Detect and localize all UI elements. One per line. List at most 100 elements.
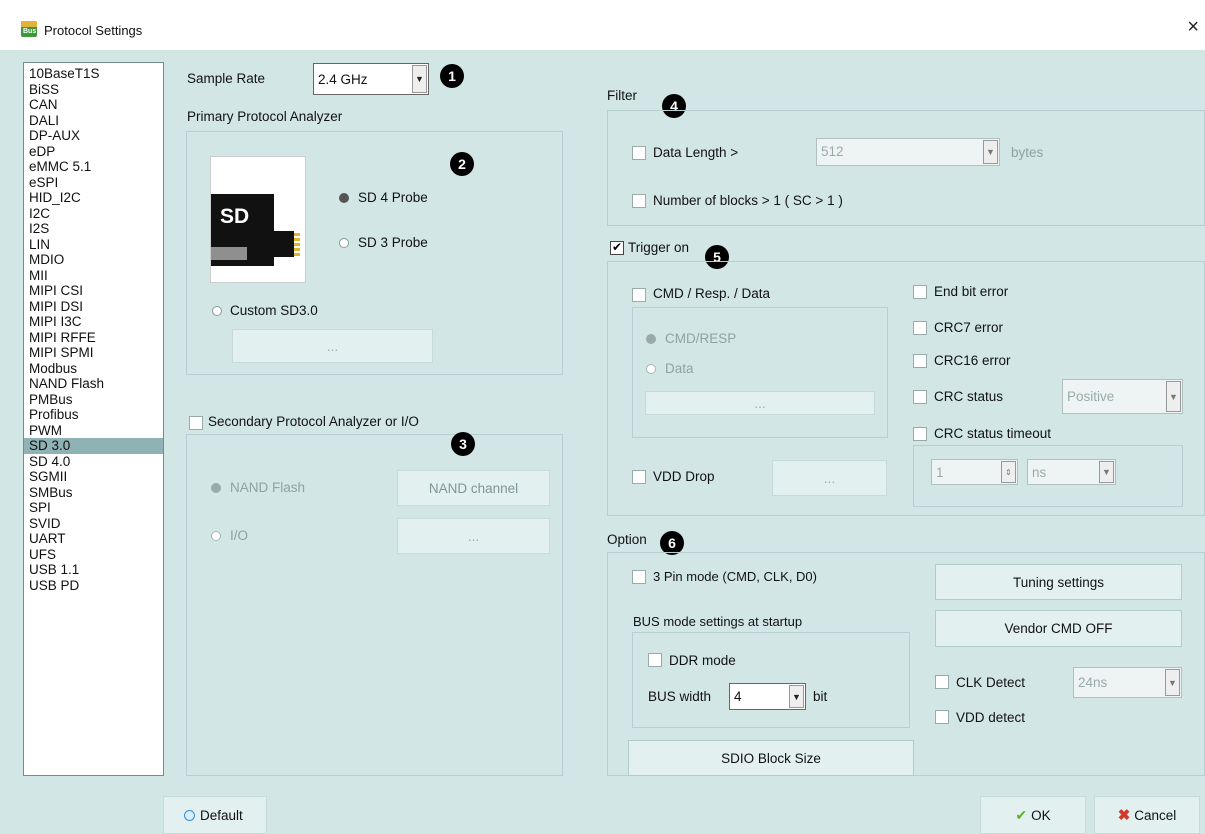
clk-detect-label: CLK Detect <box>956 675 1026 690</box>
crc-status-value: Positive <box>1067 389 1115 404</box>
clk-detect-select[interactable]: 24ns ▼ <box>1073 667 1182 698</box>
default-radio-icon <box>184 809 195 821</box>
protocol-item[interactable]: SD 4.0 <box>24 454 163 470</box>
protocol-item[interactable]: SD 3.0 <box>24 438 163 454</box>
end-bit-error-label: End bit error <box>934 284 1009 299</box>
vdd-detect-label: VDD detect <box>956 710 1026 725</box>
cmd-resp-label: CMD/RESP <box>665 331 737 346</box>
protocol-item[interactable]: I2S <box>24 221 163 237</box>
crc7-error-checkbox[interactable] <box>913 321 927 335</box>
vdd-drop-button[interactable]: ... <box>772 460 887 496</box>
protocol-item[interactable]: MIPI SPMI <box>24 345 163 361</box>
ddr-mode-checkbox[interactable] <box>648 653 662 667</box>
crc16-error-label: CRC16 error <box>934 353 1011 368</box>
sd4-probe-label: SD 4 Probe <box>358 190 428 205</box>
crc-status-checkbox[interactable] <box>913 390 927 404</box>
protocol-item[interactable]: MIPI CSI <box>24 283 163 299</box>
protocol-item[interactable]: NAND Flash <box>24 376 163 392</box>
protocol-item[interactable]: PMBus <box>24 392 163 408</box>
protocol-item[interactable]: LIN <box>24 237 163 253</box>
cmd-resp-radio[interactable] <box>646 334 656 344</box>
crc16-error-checkbox[interactable] <box>913 354 927 368</box>
nand-channel-button[interactable]: NAND channel <box>397 470 550 506</box>
ddr-mode-label: DDR mode <box>669 653 736 668</box>
protocol-item[interactable]: BiSS <box>24 82 163 98</box>
sdio-block-size-button[interactable]: SDIO Block Size <box>628 740 914 776</box>
custom-sd30-label: Custom SD3.0 <box>230 303 318 318</box>
clk-detect-checkbox[interactable] <box>935 675 949 689</box>
io-radio[interactable] <box>211 531 221 541</box>
vdd-detect-checkbox[interactable] <box>935 710 949 724</box>
bytes-label: bytes <box>1011 145 1044 160</box>
protocol-list[interactable]: 10BaseT1S BiSS CAN DALI DP-AUX eDP eMMC 5.1 eSP… <box>23 62 164 776</box>
sd4-probe-radio[interactable] <box>339 193 349 203</box>
io-button[interactable]: ... <box>397 518 550 554</box>
bus-width-select[interactable]: 4 ▼ <box>729 683 806 710</box>
protocol-item[interactable]: eMMC 5.1 <box>24 159 163 175</box>
sample-rate-select[interactable]: 2.4 GHz ▼ <box>313 63 429 95</box>
protocol-item[interactable]: HID_I2C <box>24 190 163 206</box>
protocol-item[interactable]: CAN <box>24 97 163 113</box>
protocol-item[interactable]: SPI <box>24 500 163 516</box>
blocks-label: Number of blocks > 1 ( SC > 1 ) <box>653 193 843 208</box>
protocol-item[interactable]: MIPI I3C <box>24 314 163 330</box>
custom-sd30-button[interactable]: ... <box>232 329 433 363</box>
custom-sd30-radio[interactable] <box>212 306 222 316</box>
bus-app-icon: Bus <box>21 21 37 37</box>
nand-flash-label: NAND Flash <box>230 480 306 495</box>
protocol-item[interactable]: 10BaseT1S <box>24 66 163 82</box>
timeout-value-spinner[interactable]: 1 ⇕ <box>931 459 1018 485</box>
protocol-item[interactable]: eSPI <box>24 175 163 191</box>
protocol-item[interactable]: eDP <box>24 144 163 160</box>
pin3-mode-checkbox[interactable] <box>632 570 646 584</box>
protocol-item[interactable]: DALI <box>24 113 163 129</box>
data-length-value: 512 <box>821 144 844 159</box>
data-length-select[interactable]: 512 ▼ <box>816 138 1000 166</box>
protocol-item[interactable]: Modbus <box>24 361 163 377</box>
cmd-settings-button[interactable]: ... <box>645 391 875 415</box>
protocol-list-items: 10BaseT1S BiSS CAN DALI DP-AUX eDP eMMC 5.1 eSP… <box>24 66 163 593</box>
sd3-probe-radio[interactable] <box>339 238 349 248</box>
cmd-resp-data-checkbox[interactable] <box>632 288 646 302</box>
protocol-item[interactable]: SGMII <box>24 469 163 485</box>
protocol-item[interactable]: DP-AUX <box>24 128 163 144</box>
chevron-down-icon: ▼ <box>1099 461 1114 483</box>
protocol-item[interactable]: USB 1.1 <box>24 562 163 578</box>
data-length-checkbox[interactable] <box>632 146 646 160</box>
protocol-item[interactable]: USB PD <box>24 578 163 594</box>
close-icon[interactable]: × <box>1187 17 1199 37</box>
tuning-settings-button[interactable]: Tuning settings <box>935 564 1182 600</box>
timeout-unit-value: ns <box>1032 465 1047 480</box>
blocks-checkbox[interactable] <box>632 194 646 208</box>
trigger-on-checkbox[interactable] <box>610 240 624 255</box>
protocol-item[interactable]: MIPI DSI <box>24 299 163 315</box>
protocol-item[interactable]: I2C <box>24 206 163 222</box>
bus-startup-label: BUS mode settings at startup <box>633 614 803 629</box>
crc-status-select[interactable]: Positive ▼ <box>1062 379 1183 414</box>
protocol-item[interactable]: SVID <box>24 516 163 532</box>
protocol-item[interactable]: MII <box>24 268 163 284</box>
protocol-item[interactable]: PWM <box>24 423 163 439</box>
badge-3: 3 <box>451 432 475 456</box>
protocol-item[interactable]: MDIO <box>24 252 163 268</box>
protocol-item[interactable]: UFS <box>24 547 163 563</box>
protocol-item[interactable]: Profibus <box>24 407 163 423</box>
crc-timeout-checkbox[interactable] <box>913 427 927 441</box>
protocol-item[interactable]: SMBus <box>24 485 163 501</box>
cancel-button[interactable]: ✖ Cancel <box>1094 796 1200 834</box>
data-radio[interactable] <box>646 364 656 374</box>
secondary-analyzer-checkbox[interactable] <box>189 416 203 430</box>
default-button[interactable]: Default <box>163 796 267 834</box>
cancel-x-icon: ✖ <box>1117 807 1131 824</box>
data-length-label: Data Length > <box>653 145 739 160</box>
sd-card-image: SD <box>210 156 306 283</box>
vendor-cmd-off-button[interactable]: Vendor CMD OFF <box>935 610 1182 647</box>
end-bit-error-checkbox[interactable] <box>913 285 927 299</box>
protocol-item[interactable]: UART <box>24 531 163 547</box>
ok-button[interactable]: ✔ OK <box>980 796 1086 834</box>
protocol-item[interactable]: MIPI RFFE <box>24 330 163 346</box>
timeout-unit-select[interactable]: ns ▼ <box>1027 459 1116 485</box>
vdd-drop-checkbox[interactable] <box>632 470 646 484</box>
nand-flash-radio[interactable] <box>211 483 221 493</box>
secondary-analyzer-label: Secondary Protocol Analyzer or I/O <box>208 414 419 429</box>
